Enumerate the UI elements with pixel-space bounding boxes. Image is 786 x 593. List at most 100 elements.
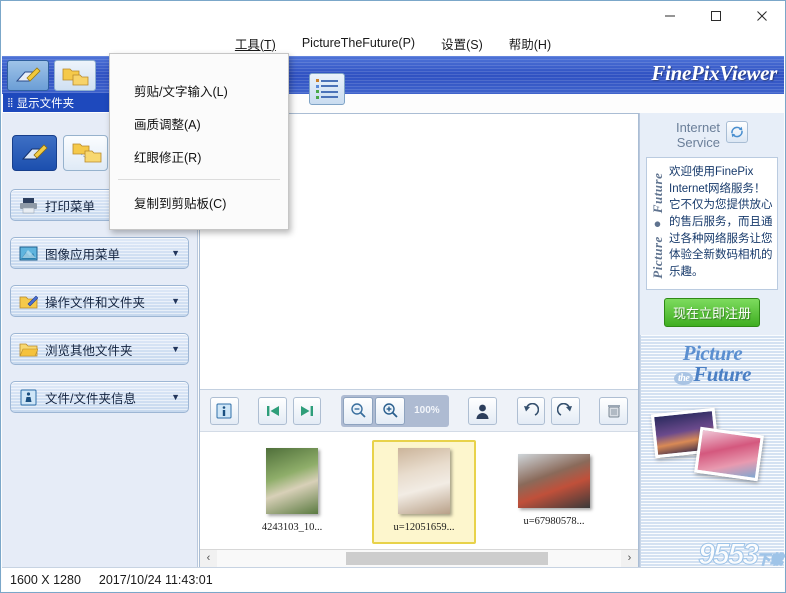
thumbnail-image xyxy=(266,448,318,514)
info-icon xyxy=(216,403,232,418)
scrollbar-track[interactable] xyxy=(217,549,621,567)
paint-brush-icon xyxy=(21,144,48,160)
maximize-button[interactable] xyxy=(693,1,739,31)
thumbnail-item[interactable]: 4243103_10... xyxy=(240,440,344,544)
show-folders-label: 显示文件夹 xyxy=(16,97,75,110)
menu-item-clip-text-input[interactable]: 剪贴/文字输入(L) xyxy=(110,74,288,107)
chevron-down-icon: ▼ xyxy=(171,344,180,354)
scroll-right-button[interactable]: › xyxy=(621,549,638,567)
thumbnail-filename: u=67980578... xyxy=(523,516,585,527)
thumbnail-strip[interactable]: 4243103_10... u=12051659... u=67980578..… xyxy=(200,431,638,549)
zoom-out-button[interactable] xyxy=(343,396,374,425)
internet-service-panel: Internet Service Picture ● Future 欢迎使用Fi… xyxy=(639,113,784,567)
close-icon xyxy=(757,11,767,21)
thumbnail-toolbar: 100% xyxy=(200,389,638,431)
thumbnail-item[interactable]: u=12051659... xyxy=(372,440,476,544)
rotate-right-icon xyxy=(556,402,572,416)
show-folders-tab[interactable]: ⣿ 显示文件夹 xyxy=(3,93,111,112)
thumbnail-item[interactable]: u=67980578... xyxy=(502,440,606,544)
banner-toolbar xyxy=(7,60,96,91)
promo-photos xyxy=(647,405,778,495)
sidebar-item-image-app-menu[interactable]: 图像应用菜单 ▼ xyxy=(10,237,189,269)
close-button[interactable] xyxy=(739,1,785,31)
folder-edit-icon xyxy=(19,293,39,310)
tools-dropdown-menu[interactable]: 剪贴/文字输入(L) 画质调整(A) 红眼修正(R) 复制到剪贴板(C) xyxy=(109,53,289,230)
internet-service-card: Picture ● Future 欢迎使用FinePix Internet网络服… xyxy=(646,156,778,290)
folder-browse-icon xyxy=(19,341,39,358)
sidebar-folder-copy-button[interactable] xyxy=(63,135,108,171)
menu-item-image-quality[interactable]: 画质调整(A) xyxy=(110,107,288,140)
banner-button-2[interactable] xyxy=(54,60,96,91)
rotate-right-button[interactable] xyxy=(551,396,580,425)
photo-edit-icon xyxy=(15,66,41,82)
internet-service-title-line1: Internet xyxy=(675,120,721,135)
delete-button[interactable] xyxy=(599,396,628,425)
minimize-button[interactable] xyxy=(647,1,693,31)
zoom-in-icon xyxy=(382,403,398,418)
image-dimensions: 1600 X 1280 xyxy=(10,572,81,587)
menu-item-redeye-correction[interactable]: 红眼修正(R) xyxy=(110,140,288,173)
grip-icon: ⣿ xyxy=(7,97,14,107)
portrait-icon xyxy=(476,404,489,419)
picture-the-future-logo: Picture the Future xyxy=(647,335,778,387)
thumbnail-horizontal-scrollbar[interactable]: ‹ › xyxy=(200,549,638,567)
rotate-left-button[interactable] xyxy=(516,396,546,425)
internet-service-title: Internet Service xyxy=(675,120,721,151)
minimize-icon xyxy=(665,15,675,17)
sidebar-item-browse-folders[interactable]: 浏览其他文件夹 ▼ xyxy=(10,333,189,365)
title-bar xyxy=(1,1,785,31)
sidebar-edit-tool-button[interactable] xyxy=(12,135,57,171)
chevron-down-icon: ▼ xyxy=(171,248,180,258)
menu-divider xyxy=(118,179,280,180)
menu-picturethefuture-label: PictureTheFuture(P) xyxy=(301,36,416,50)
zoom-in-button[interactable] xyxy=(375,396,406,425)
menu-help[interactable]: 帮助(H) xyxy=(505,32,555,55)
menu-item-copy-to-clipboard[interactable]: 复制到剪贴板(C) xyxy=(110,186,288,219)
zoom-out-icon xyxy=(350,403,366,418)
thumbnail-item[interactable]: u=941 xyxy=(632,440,638,544)
ptf-logo-future: Future xyxy=(693,361,751,386)
sidebar-item-file-info[interactable]: 文件/文件夹信息 ▼ xyxy=(10,381,189,413)
menu-settings[interactable]: 设置(S) xyxy=(437,32,487,55)
last-image-button[interactable] xyxy=(292,396,322,425)
menu-settings-label: 设置(S) xyxy=(441,37,483,52)
thumbnail-image xyxy=(518,454,590,508)
refresh-button[interactable] xyxy=(726,121,749,143)
portrait-retouch-button[interactable] xyxy=(468,396,497,425)
sidebar-item-file-operations[interactable]: 操作文件和文件夹 ▼ xyxy=(10,285,189,317)
menu-tools[interactable]: 工具(T) xyxy=(231,32,280,55)
image-info-button[interactable] xyxy=(210,396,239,425)
thumbnail-image xyxy=(398,448,450,514)
info-icon xyxy=(19,389,38,406)
menu-picturethefuture[interactable]: PictureTheFuture(P) xyxy=(298,34,419,52)
skip-previous-icon xyxy=(266,405,279,416)
thumbnail-filename: 4243103_10... xyxy=(261,522,323,533)
ptf-logo-line2: the Future xyxy=(647,362,778,387)
thumbnail-filename: u=12051659... xyxy=(393,522,455,533)
first-image-button[interactable] xyxy=(258,396,287,425)
chevron-down-icon: ▼ xyxy=(171,296,180,306)
banner-button-1[interactable] xyxy=(7,60,49,91)
ptf-logo-the: the xyxy=(674,371,694,385)
refresh-icon xyxy=(731,126,743,138)
sidebar-item-file-info-label: 文件/文件夹信息 xyxy=(45,391,136,406)
picture-the-future-promo: Picture the Future xyxy=(640,334,784,567)
list-view-icon xyxy=(316,79,338,99)
folder-move-icon xyxy=(72,143,101,163)
menu-tools-label: 工具(T) xyxy=(234,37,276,52)
image-timestamp: 2017/10/24 11:43:01 xyxy=(98,572,213,587)
chevron-down-icon: ▼ xyxy=(171,392,180,402)
maximize-icon xyxy=(711,11,721,21)
image-app-icon xyxy=(19,245,38,262)
rotate-left-icon xyxy=(524,402,540,416)
scroll-left-button[interactable]: ‹ xyxy=(200,549,217,567)
sidebar-item-image-app-menu-label: 图像应用菜单 xyxy=(45,247,121,262)
list-view-button[interactable] xyxy=(309,73,345,105)
internet-service-body-text: 欢迎使用FinePix Internet网络服务！它不仅为您提供放心的售后服务，… xyxy=(669,165,773,278)
finepixviewer-window: 工具(T) PictureTheFuture(P) 设置(S) 帮助(H) Fi… xyxy=(0,0,786,593)
scrollbar-thumb[interactable] xyxy=(346,551,549,565)
picture-the-future-vertical-brand: Picture ● Future xyxy=(650,172,665,279)
sidebar-item-file-operations-label: 操作文件和文件夹 xyxy=(45,295,146,310)
register-now-button[interactable]: 现在立即注册 xyxy=(663,297,760,327)
app-brand-logo: FinePixViewer xyxy=(651,61,777,85)
